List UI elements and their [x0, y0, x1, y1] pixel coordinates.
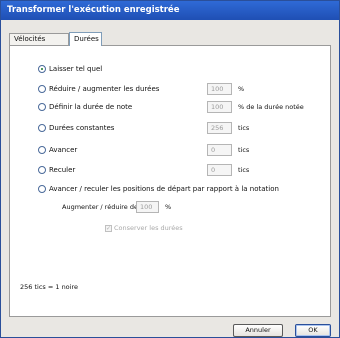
adjust-label: Augmenter / réduire de	[62, 203, 138, 211]
radio-button[interactable]	[38, 185, 46, 193]
delay-field[interactable]: 0	[207, 164, 232, 176]
tab-velocites[interactable]: Vélocités	[9, 33, 69, 45]
option-label: Avancer / reculer les positions de dépar…	[49, 185, 279, 193]
keep-durations-checkbox[interactable]: ✓	[105, 225, 112, 232]
option-label: Définir la durée de note	[49, 103, 133, 111]
option-label: Durées constantes	[49, 124, 115, 132]
note-duration-unit: % de la durée notée	[238, 103, 304, 111]
note-duration-field[interactable]: 100	[207, 101, 232, 113]
radio-button[interactable]	[38, 124, 46, 132]
tab-durees[interactable]: Durées	[69, 32, 102, 46]
ok-button[interactable]: OK	[295, 324, 331, 337]
dialog-window: Transformer l'exécution enregistrée Vélo…	[0, 0, 340, 338]
option-label: Réduire / augmenter les durées	[49, 85, 160, 93]
delay-unit: tics	[238, 166, 250, 174]
dialog-title: Transformer l'exécution enregistrée	[1, 1, 339, 20]
radio-button[interactable]	[38, 146, 46, 154]
adjust-unit: %	[165, 203, 172, 211]
durations-panel: Laisser tel quel Réduire / augmenter les…	[9, 45, 331, 317]
radio-button[interactable]	[38, 65, 46, 73]
scale-unit: %	[238, 85, 245, 93]
ticks-per-quarter-note: 256 tics = 1 noire	[20, 283, 78, 291]
option-label: Avancer	[49, 146, 78, 154]
radio-button[interactable]	[38, 103, 46, 111]
option-label: Reculer	[49, 166, 76, 174]
scale-percent-field[interactable]: 100	[207, 83, 232, 95]
constant-duration-unit: tics	[238, 124, 250, 132]
constant-duration-field[interactable]: 256	[207, 122, 232, 134]
advance-unit: tics	[238, 146, 250, 154]
advance-field[interactable]: 0	[207, 144, 232, 156]
radio-button[interactable]	[38, 85, 46, 93]
radio-button[interactable]	[38, 166, 46, 174]
adjust-percent-field[interactable]: 100	[136, 201, 159, 213]
option-label: Laisser tel quel	[49, 65, 103, 73]
cancel-button[interactable]: Annuler	[233, 324, 283, 337]
keep-durations-label: Conserver les durées	[114, 224, 183, 232]
